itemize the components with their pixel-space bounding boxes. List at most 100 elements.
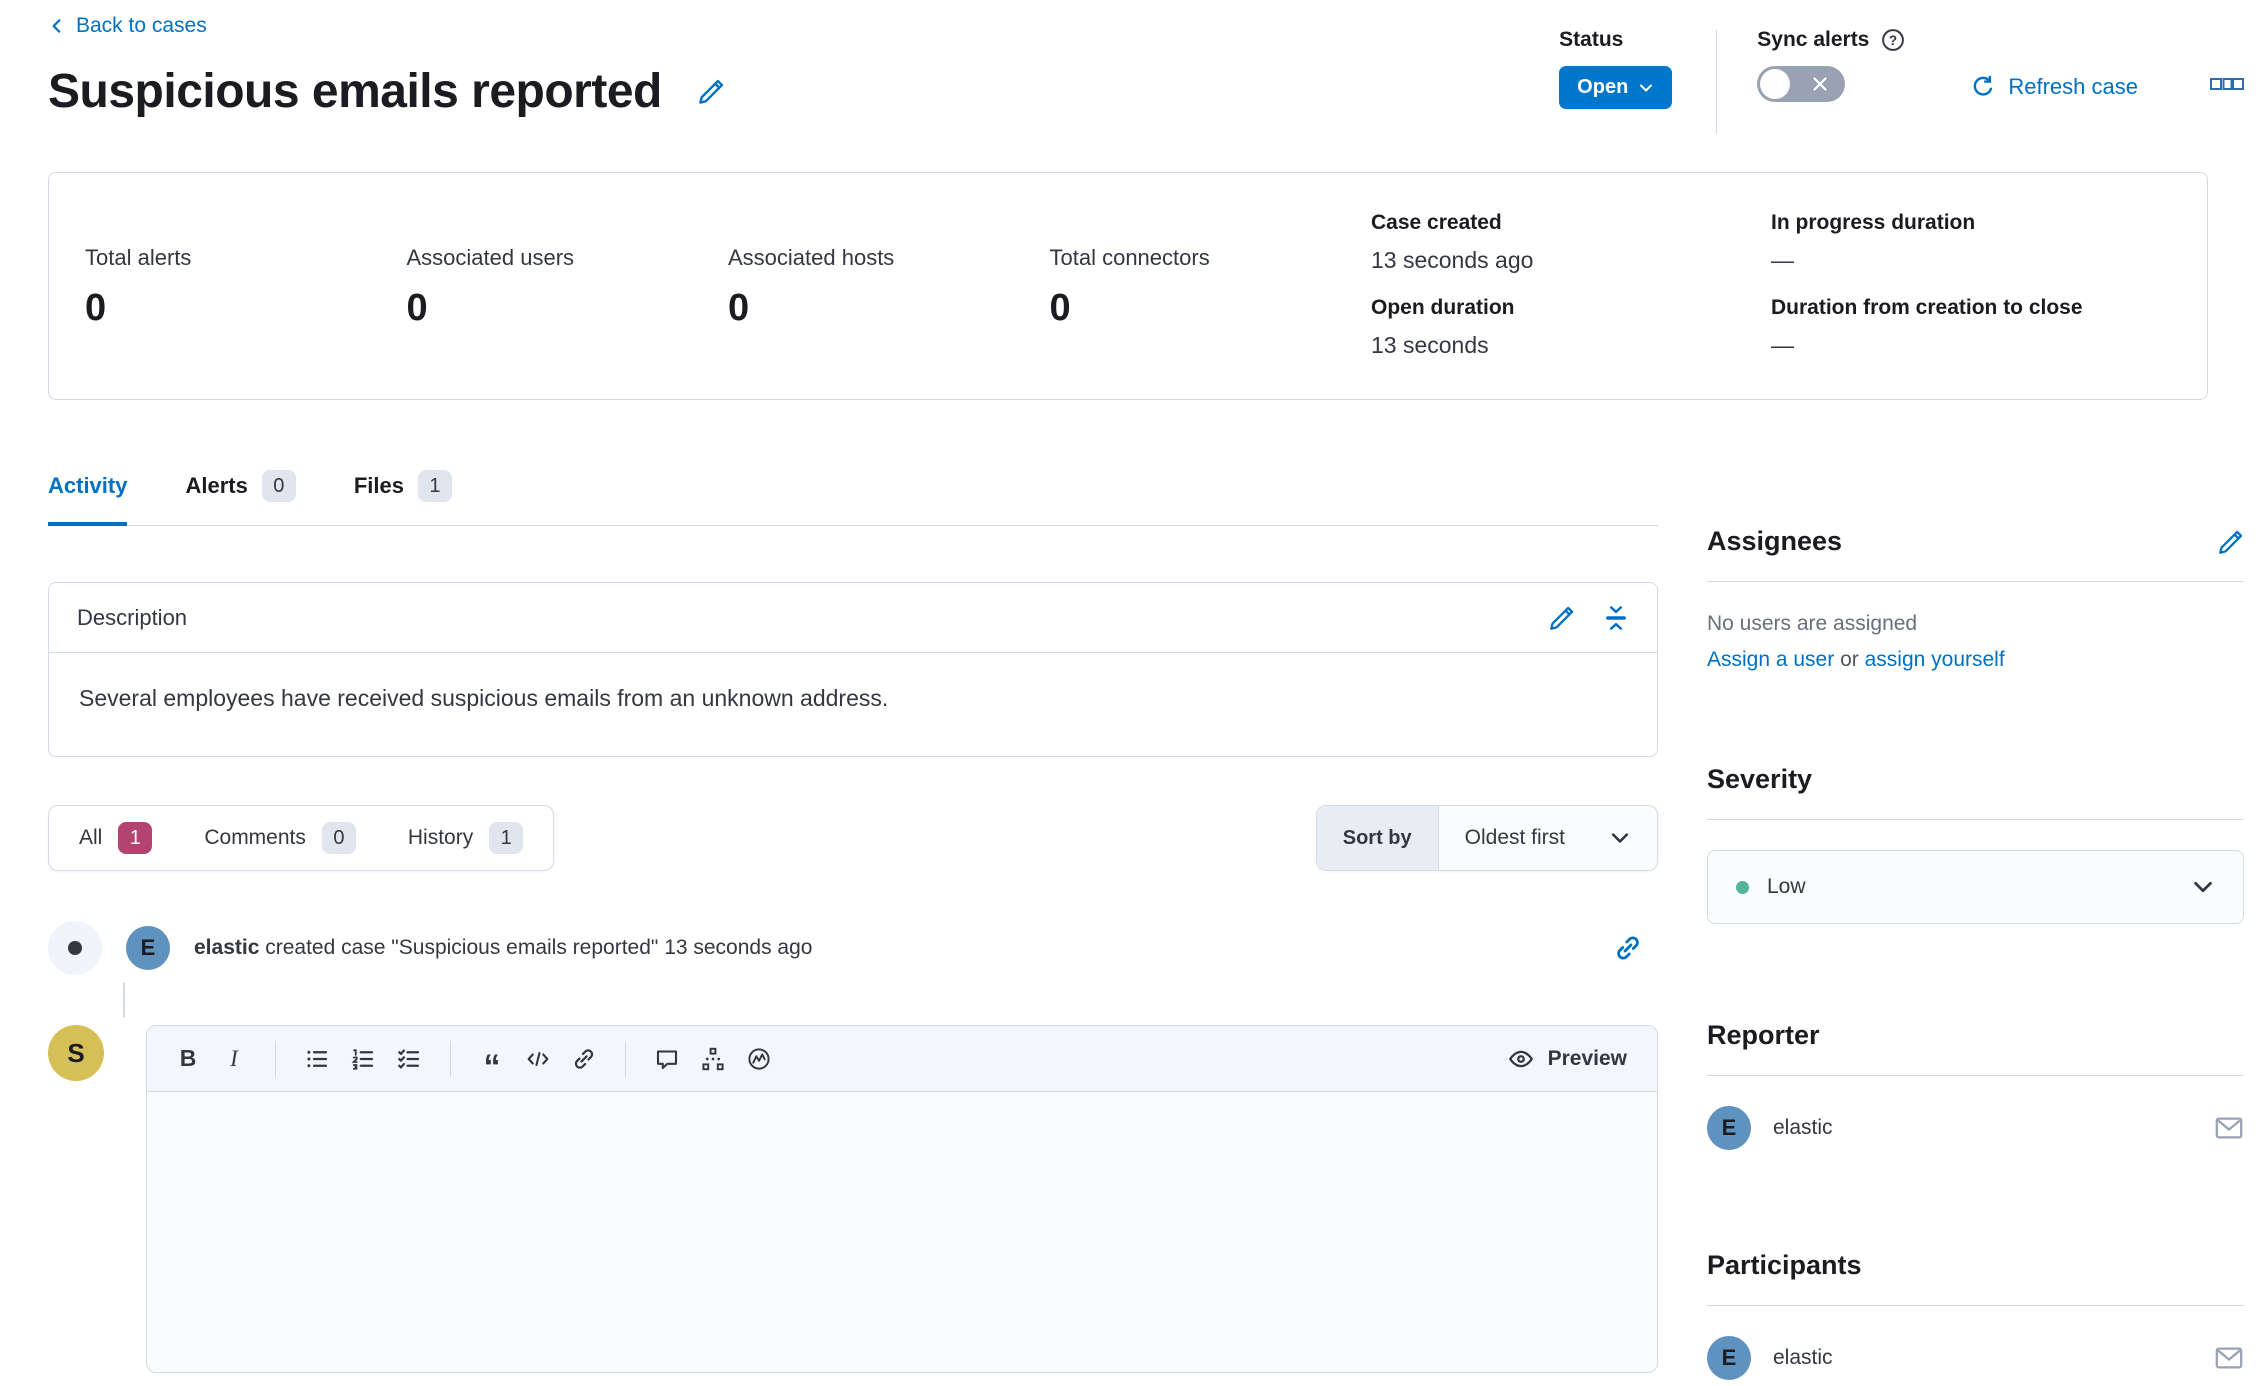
toolbar-divider: [275, 1041, 276, 1077]
participant-username: elastic: [1773, 1346, 1833, 1370]
filter-all[interactable]: All 1: [53, 806, 178, 870]
toolbar-divider: [450, 1041, 451, 1077]
or-text: or: [1840, 648, 1859, 671]
case-detail-page: Back to cases Suspicious emails reported…: [0, 0, 2256, 1386]
filter-history[interactable]: History 1: [382, 806, 549, 870]
severity-dot-icon: [1736, 881, 1749, 894]
detail-label: In progress duration: [1771, 211, 2171, 235]
boxes-horizontal-icon: [2210, 76, 2244, 92]
metric-associated-hosts: Associated hosts 0: [728, 211, 1050, 359]
quote-icon[interactable]: “: [471, 1038, 513, 1080]
bold-icon[interactable]: B: [167, 1038, 209, 1080]
edit-assignees-button[interactable]: [2218, 529, 2244, 555]
sync-alerts-toggle[interactable]: [1757, 66, 1845, 102]
toolbar-divider: [625, 1041, 626, 1077]
link-icon: [1614, 934, 1642, 962]
back-to-cases-link[interactable]: Back to cases: [48, 14, 207, 38]
assign-yourself-link[interactable]: assign yourself: [1865, 648, 2005, 671]
header-actions: Status Open Sync alerts ? Re: [1559, 28, 2244, 134]
flowchart-icon[interactable]: [692, 1038, 734, 1080]
detail-value: 13 seconds ago: [1371, 247, 1771, 274]
email-user-button[interactable]: [2214, 1113, 2244, 1143]
italic-icon[interactable]: I: [213, 1038, 255, 1080]
comment-icon[interactable]: [646, 1038, 688, 1080]
detail-value: —: [1771, 247, 2171, 274]
detail-in-progress-duration: In progress duration —: [1771, 211, 2171, 274]
pencil-icon: [1549, 605, 1575, 631]
participant-user-row: E elastic: [1707, 1336, 2244, 1380]
assignees-empty-text: No users are assigned: [1707, 612, 2244, 636]
participants-section: Participants E elastic: [1707, 1250, 2244, 1380]
tab-activity[interactable]: Activity: [48, 470, 127, 526]
avatar: E: [1707, 1106, 1751, 1150]
edit-title-button[interactable]: [698, 78, 725, 105]
detail-label: Open duration: [1371, 296, 1771, 320]
code-icon[interactable]: [517, 1038, 559, 1080]
status-dropdown-button[interactable]: Open: [1559, 66, 1672, 109]
email-user-button[interactable]: [2214, 1343, 2244, 1373]
filter-label: History: [408, 826, 473, 850]
filter-badge: 1: [489, 822, 523, 854]
reporter-title: Reporter: [1707, 1020, 1820, 1051]
comment-input[interactable]: [147, 1092, 1657, 1372]
filter-badge: 1: [118, 822, 152, 854]
filter-badge: 0: [322, 822, 356, 854]
task-list-icon[interactable]: [388, 1038, 430, 1080]
collapse-description-button[interactable]: [1603, 605, 1629, 631]
detail-label: Duration from creation to close: [1771, 296, 2171, 320]
activity-filter-group: All 1 Comments 0 History 1: [48, 805, 554, 871]
sort-select[interactable]: Sort by Oldest first: [1316, 805, 1658, 871]
unordered-list-icon[interactable]: [296, 1038, 338, 1080]
case-tabs: Activity Alerts 0 Files 1: [48, 470, 1658, 526]
tab-badge: 1: [418, 470, 452, 502]
case-stats-panel: Total alerts 0 Associated users 0 Associ…: [48, 172, 2208, 400]
main-column: Activity Alerts 0 Files 1 Description: [48, 470, 1658, 1380]
reporter-section: Reporter E elastic: [1707, 1020, 2244, 1150]
participants-title: Participants: [1707, 1250, 1862, 1281]
header-left: Back to cases Suspicious emails reported: [48, 14, 725, 134]
more-actions-button[interactable]: [2210, 76, 2244, 92]
assignees-title: Assignees: [1707, 526, 1842, 557]
edit-description-button[interactable]: [1549, 605, 1575, 631]
description-title: Description: [77, 605, 187, 631]
assign-a-user-link[interactable]: Assign a user: [1707, 648, 1834, 671]
case-duration-details: Case created 13 seconds ago Open duratio…: [1371, 211, 2171, 359]
event-username: elastic: [194, 936, 259, 959]
severity-value: Low: [1767, 875, 1806, 899]
detail-value: —: [1771, 332, 2171, 359]
fold-icon: [1603, 605, 1629, 631]
activity-event-created: E elastic created case "Suspicious email…: [48, 921, 1658, 975]
toggle-off-x-icon: [1809, 73, 1831, 95]
lens-icon[interactable]: [738, 1038, 780, 1080]
divider: [1707, 1305, 2244, 1306]
page-title: Suspicious emails reported: [48, 64, 662, 119]
metric-label: Associated users: [407, 245, 729, 271]
envelope-icon: [2214, 1113, 2244, 1143]
case-sidebar: Assignees No users are assigned Assign a…: [1707, 470, 2244, 1380]
chevron-left-icon: [48, 17, 66, 35]
tab-alerts[interactable]: Alerts 0: [185, 470, 295, 526]
metric-value: 0: [728, 287, 1050, 330]
link-icon[interactable]: [563, 1038, 605, 1080]
preview-button[interactable]: Preview: [1508, 1046, 1637, 1072]
pencil-icon: [2218, 529, 2244, 555]
envelope-icon: [2214, 1343, 2244, 1373]
back-to-cases-label: Back to cases: [76, 14, 207, 38]
chevron-down-icon: [2191, 875, 2215, 899]
tab-label: Activity: [48, 473, 127, 499]
avatar: S: [48, 1025, 104, 1081]
ordered-list-icon[interactable]: [342, 1038, 384, 1080]
help-icon[interactable]: ?: [1881, 28, 1905, 52]
refresh-icon: [1971, 75, 1995, 99]
tab-label: Alerts: [185, 473, 247, 499]
filter-comments[interactable]: Comments 0: [178, 806, 382, 870]
copy-link-button[interactable]: [1614, 934, 1642, 962]
tab-label: Files: [354, 473, 404, 499]
timeline-connector: [123, 983, 125, 1017]
description-panel: Description Several employees have recei…: [48, 582, 1658, 757]
severity-select[interactable]: Low: [1707, 850, 2244, 924]
severity-title: Severity: [1707, 764, 1812, 795]
refresh-case-button[interactable]: Refresh case: [1971, 74, 2138, 100]
tab-files[interactable]: Files 1: [354, 470, 452, 526]
metric-label: Total alerts: [85, 245, 407, 271]
